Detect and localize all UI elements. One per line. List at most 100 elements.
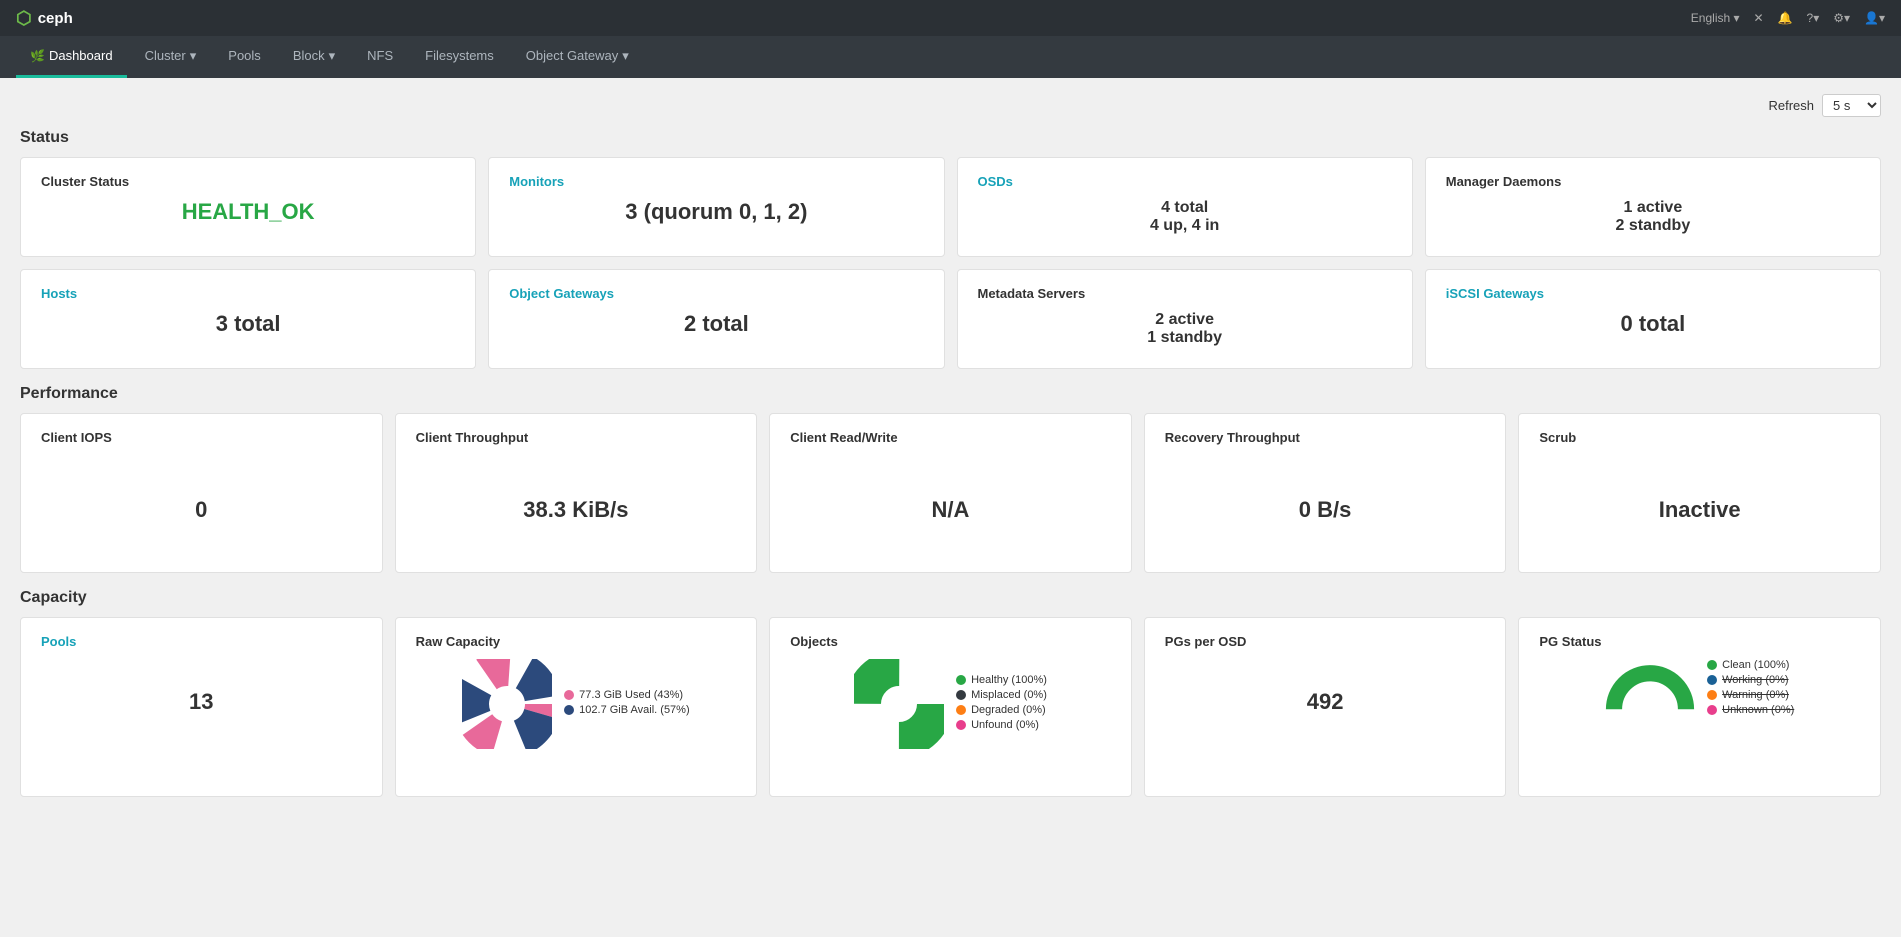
scrub-value: Inactive <box>1539 463 1860 556</box>
raw-used-label: 77.3 GiB Used (43%) <box>579 689 683 701</box>
pgs-per-osd-value: 492 <box>1165 689 1486 715</box>
topbar-right: English ▾ ✕ 🔔 ?▾ ⚙▾ 👤▾ <box>1691 11 1885 25</box>
logo: ⬡ ceph <box>16 8 73 29</box>
help-icon[interactable]: ?▾ <box>1807 11 1820 25</box>
client-throughput-title: Client Throughput <box>416 430 737 445</box>
pg-status-card: PG Status Clean (100%) Working <box>1518 617 1881 797</box>
performance-section-title: Performance <box>20 385 1881 403</box>
raw-avail-legend: 102.7 GiB Avail. (57%) <box>564 704 689 716</box>
cluster-status-value: HEALTH_OK <box>41 199 455 225</box>
osds-card: OSDs 4 total 4 up, 4 in <box>957 157 1413 257</box>
objects-misplaced-dot <box>956 690 966 700</box>
osds-line1: 4 total <box>978 199 1392 217</box>
object-gateways-value: 2 total <box>509 311 923 337</box>
settings-icon[interactable]: ⚙▾ <box>1833 11 1850 25</box>
objects-misplaced-label: Misplaced (0%) <box>971 689 1047 701</box>
objects-misplaced-legend: Misplaced (0%) <box>956 689 1047 701</box>
object-gateways-title[interactable]: Object Gateways <box>509 286 923 301</box>
bell-icon[interactable]: 🔔 <box>1778 11 1793 25</box>
objects-degraded-label: Degraded (0%) <box>971 704 1046 716</box>
pg-status-chart-content: Clean (100%) Working (0%) Warning (0%) <box>1605 659 1794 719</box>
cluster-caret-icon: ▾ <box>190 48 197 64</box>
iscsi-gateways-title[interactable]: iSCSI Gateways <box>1446 286 1860 301</box>
monitors-title[interactable]: Monitors <box>509 174 923 189</box>
nav-item-dashboard[interactable]: 🌿 Dashboard <box>16 36 127 78</box>
raw-capacity-chart: 77.3 GiB Used (43%) 102.7 GiB Avail. (57… <box>416 659 737 749</box>
pg-unknown-legend: Unknown (0%) <box>1707 704 1794 716</box>
topbar-left: ⬡ ceph <box>16 8 73 29</box>
objects-unfound-legend: Unfound (0%) <box>956 719 1047 731</box>
language-selector[interactable]: English ▾ <box>1691 11 1740 25</box>
cluster-status-card: Cluster Status HEALTH_OK <box>20 157 476 257</box>
objects-degraded-legend: Degraded (0%) <box>956 704 1047 716</box>
manager-daemons-values: 1 active 2 standby <box>1446 199 1860 235</box>
metadata-servers-line1: 2 active <box>978 311 1392 329</box>
nav-label-cluster: Cluster <box>145 48 186 63</box>
client-iops-title: Client IOPS <box>41 430 362 445</box>
osds-line2: 4 up, 4 in <box>978 217 1392 235</box>
topbar: ⬡ ceph English ▾ ✕ 🔔 ?▾ ⚙▾ 👤▾ <box>0 0 1901 36</box>
close-icon[interactable]: ✕ <box>1754 11 1764 25</box>
nav-label-nfs: NFS <box>367 48 393 63</box>
nav-item-block[interactable]: Block ▾ <box>279 36 349 78</box>
iscsi-gateways-value: 0 total <box>1446 311 1860 337</box>
status-section-title: Status <box>20 129 1881 147</box>
pools-capacity-title[interactable]: Pools <box>41 634 362 649</box>
refresh-bar: Refresh 1 s 2 s 5 s 10 s 30 s 60 s <box>20 94 1881 117</box>
monitors-value: 3 (quorum 0, 1, 2) <box>509 199 923 225</box>
nav-item-objectgateway[interactable]: Object Gateway ▾ <box>512 36 643 78</box>
raw-capacity-pie-svg <box>462 659 552 749</box>
client-iops-card: Client IOPS 0 <box>20 413 383 573</box>
metadata-servers-values: 2 active 1 standby <box>978 311 1392 347</box>
manager-daemons-title: Manager Daemons <box>1446 174 1860 189</box>
objects-unfound-dot <box>956 720 966 730</box>
client-throughput-card: Client Throughput 38.3 KiB/s <box>395 413 758 573</box>
pgs-per-osd-card: PGs per OSD 492 <box>1144 617 1507 797</box>
nav-item-cluster[interactable]: Cluster ▾ <box>131 36 211 78</box>
pg-clean-legend: Clean (100%) <box>1707 659 1794 671</box>
pools-capacity-card: Pools 13 <box>20 617 383 797</box>
objects-chart-content: Healthy (100%) Misplaced (0%) Degraded (… <box>854 659 1047 749</box>
nav-item-filesystems[interactable]: Filesystems <box>411 36 508 78</box>
nav-item-nfs[interactable]: NFS <box>353 36 407 78</box>
recovery-throughput-value: 0 B/s <box>1165 463 1486 556</box>
pg-status-legend: Clean (100%) Working (0%) Warning (0%) <box>1707 659 1794 719</box>
pg-status-title: PG Status <box>1539 634 1860 649</box>
user-icon[interactable]: 👤▾ <box>1864 11 1885 25</box>
pg-warning-dot <box>1707 690 1717 700</box>
raw-capacity-chart-content: 77.3 GiB Used (43%) 102.7 GiB Avail. (57… <box>462 659 689 749</box>
client-throughput-value: 38.3 KiB/s <box>416 463 737 556</box>
metadata-servers-card: Metadata Servers 2 active 1 standby <box>957 269 1413 369</box>
recovery-throughput-title: Recovery Throughput <box>1165 430 1486 445</box>
metadata-servers-title: Metadata Servers <box>978 286 1392 301</box>
performance-row: Client IOPS 0 Client Throughput 38.3 KiB… <box>20 413 1881 573</box>
navbar: 🌿 Dashboard Cluster ▾ Pools Block ▾ NFS … <box>0 36 1901 78</box>
objects-degraded-dot <box>956 705 966 715</box>
cluster-status-title: Cluster Status <box>41 174 455 189</box>
metadata-servers-line2: 1 standby <box>978 329 1392 347</box>
nav-item-pools[interactable]: Pools <box>214 36 275 78</box>
pg-clean-arc <box>1614 673 1686 709</box>
refresh-select[interactable]: 1 s 2 s 5 s 10 s 30 s 60 s <box>1822 94 1881 117</box>
recovery-throughput-card: Recovery Throughput 0 B/s <box>1144 413 1507 573</box>
main-content: Refresh 1 s 2 s 5 s 10 s 30 s 60 s Statu… <box>0 78 1901 813</box>
pg-working-label: Working (0%) <box>1722 674 1788 686</box>
language-label: English <box>1691 11 1730 25</box>
client-iops-value: 0 <box>41 463 362 556</box>
raw-used-legend: 77.3 GiB Used (43%) <box>564 689 689 701</box>
raw-used-dot <box>564 690 574 700</box>
hosts-title[interactable]: Hosts <box>41 286 455 301</box>
pools-capacity-value: 13 <box>41 689 362 715</box>
pg-warning-legend: Warning (0%) <box>1707 689 1794 701</box>
nav-label-dashboard: Dashboard <box>49 48 113 63</box>
hosts-value: 3 total <box>41 311 455 337</box>
refresh-label: Refresh <box>1768 98 1814 113</box>
objects-chart: Healthy (100%) Misplaced (0%) Degraded (… <box>790 659 1111 749</box>
logo-text: ceph <box>38 10 73 27</box>
manager-daemons-line2: 2 standby <box>1446 217 1860 235</box>
objects-healthy-arc <box>863 668 935 740</box>
nav-label-filesystems: Filesystems <box>425 48 494 63</box>
osds-title[interactable]: OSDs <box>978 174 1392 189</box>
objects-title: Objects <box>790 634 1111 649</box>
nav-label-block: Block <box>293 48 325 63</box>
